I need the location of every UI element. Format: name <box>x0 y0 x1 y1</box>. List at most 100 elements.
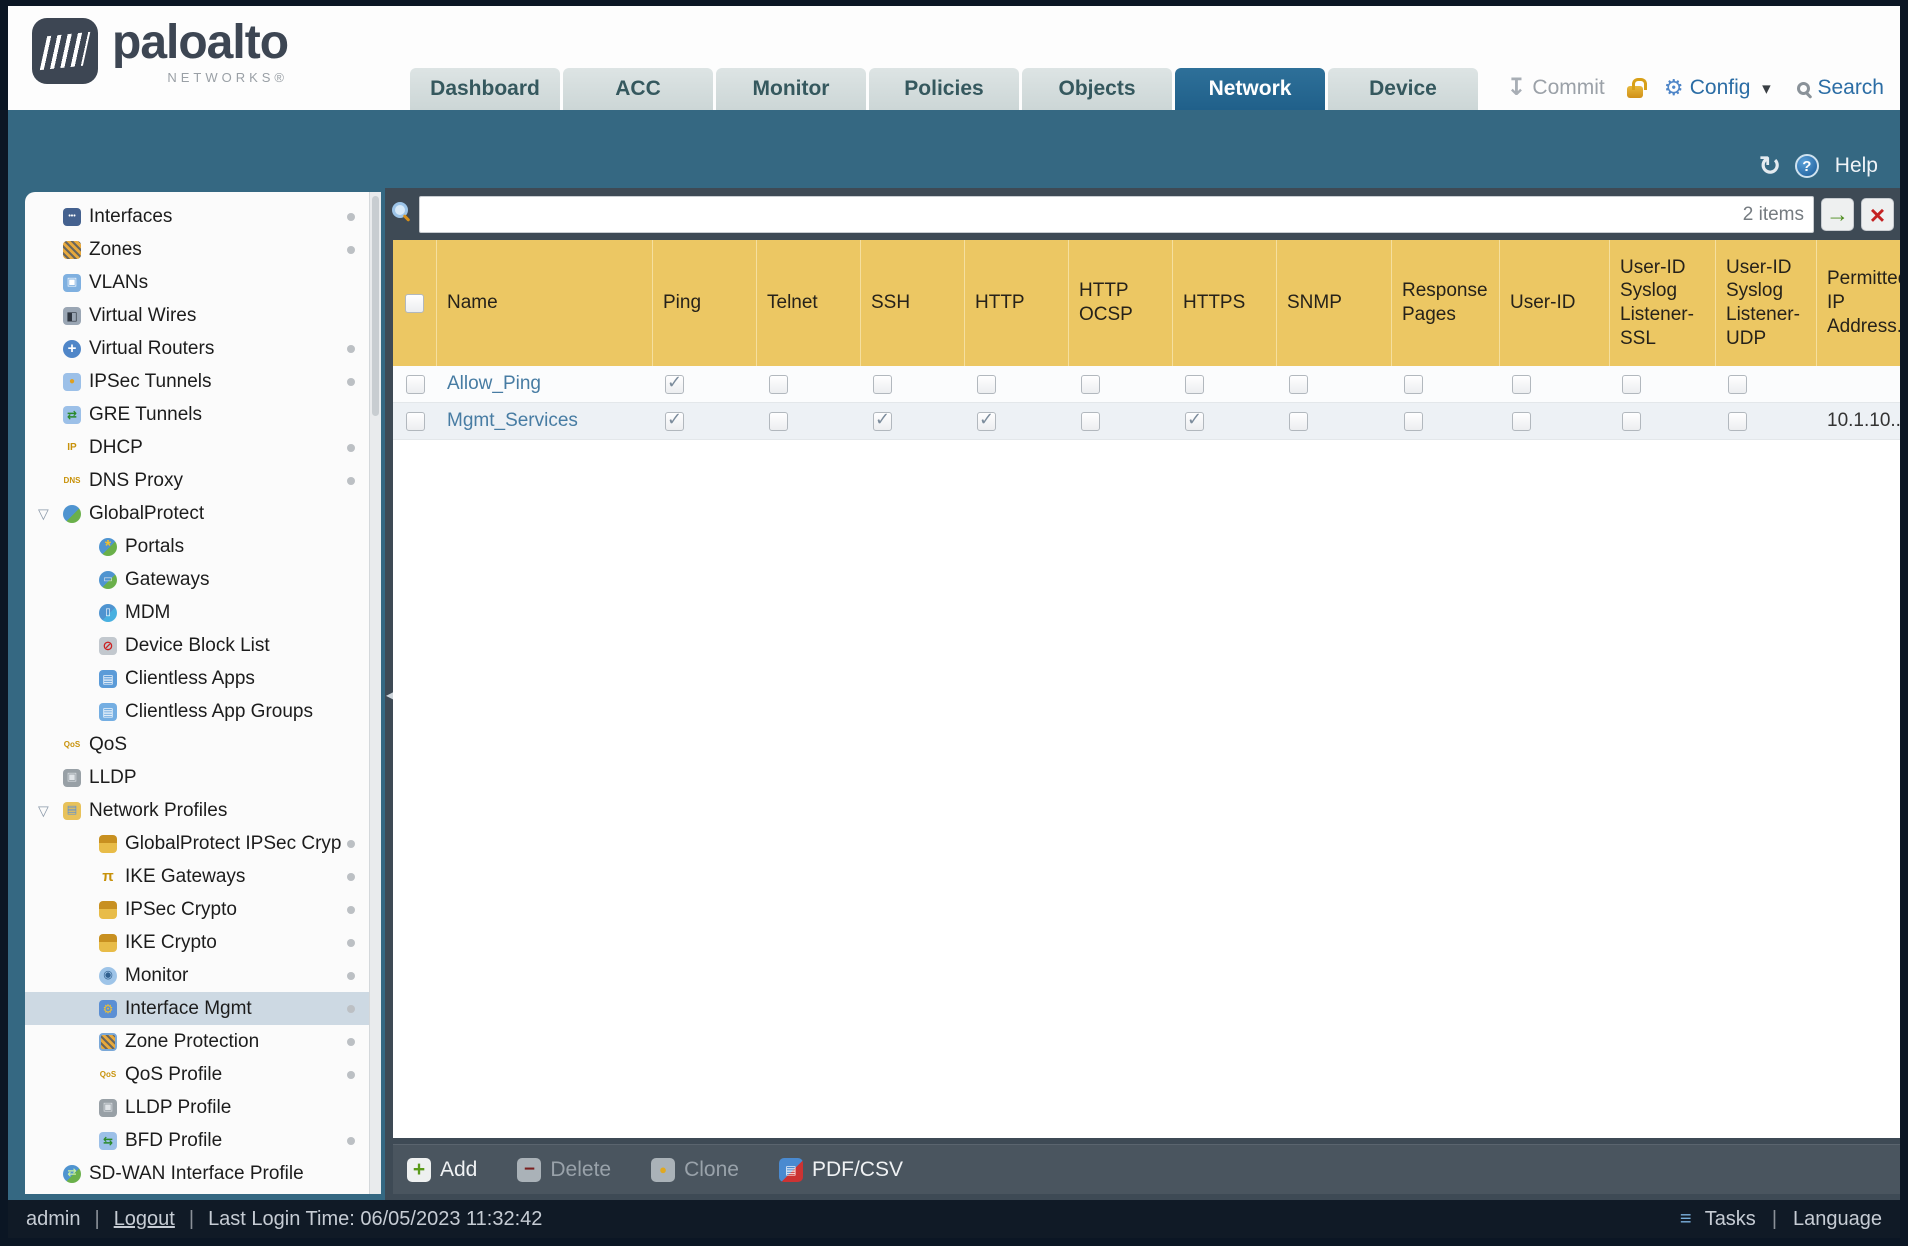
help-icon[interactable]: ? <box>1794 154 1819 178</box>
sidebar-item-virtual-routers[interactable]: + Virtual Routers <box>25 332 369 365</box>
tab-device[interactable]: Device <box>1328 68 1478 110</box>
select-all-checkbox[interactable] <box>405 293 424 313</box>
sidebar-item-label: BFD Profile <box>125 1129 223 1151</box>
sidebar-item-ike-crypto[interactable]: IKE Crypto <box>25 926 369 959</box>
sidebar-item-ike-gateways[interactable]: π IKE Gateways <box>25 860 369 893</box>
sidebar-item-lldp-profile[interactable]: ▣ LLDP Profile <box>25 1091 369 1124</box>
sidebar-item-bfd-profile[interactable]: ⇆ BFD Profile <box>25 1124 369 1157</box>
column-header-user-id[interactable]: User-ID <box>1500 240 1610 366</box>
sidebar-item-mdm[interactable]: ▯ MDM <box>25 596 369 629</box>
delete-button[interactable]: − Delete <box>517 1157 611 1182</box>
sidebar-item-clientless-apps[interactable]: ▤ Clientless Apps <box>25 662 369 695</box>
row-name-link[interactable]: Mgmt_Services <box>447 410 578 432</box>
sidebar-item-label: GlobalProtect <box>89 502 205 524</box>
sidebar-item-zones[interactable]: Zones <box>25 233 369 266</box>
name-cell: Allow_Ping <box>437 366 653 402</box>
row-checkbox[interactable] <box>405 374 425 394</box>
clone-icon: ● <box>651 1157 676 1182</box>
sidebar-item-label: Virtual Wires <box>89 304 197 326</box>
sidebar-item-dns-proxy[interactable]: DNS DNS Proxy <box>25 464 369 497</box>
language-button[interactable]: Language <box>1793 1208 1882 1231</box>
commit-button[interactable]: ↧ Commit <box>1506 76 1604 100</box>
monitor-profile-icon: ◉ <box>99 966 117 985</box>
tab-acc[interactable]: ACC <box>563 68 713 110</box>
clone-button[interactable]: ● Clone <box>651 1157 739 1182</box>
tab-monitor[interactable]: Monitor <box>716 68 866 110</box>
search-icon <box>1797 81 1811 95</box>
tasks-button[interactable]: Tasks <box>1705 1208 1756 1231</box>
tab-network[interactable]: Network <box>1175 68 1325 110</box>
column-header-user-id-syslog-listener-ssl[interactable]: User-ID Syslog Listener-SSL <box>1610 240 1716 366</box>
sidebar-item-monitor[interactable]: ◉ Monitor <box>25 959 369 992</box>
sidebar-item-network-profiles[interactable]: ▽ ▤ Network Profiles <box>25 794 369 827</box>
row-select-cell <box>393 366 437 402</box>
column-header-ssh[interactable]: SSH <box>861 240 965 366</box>
filter-input[interactable] <box>419 196 1814 233</box>
sidebar-item-globalprotect-ipsec-crypto[interactable]: GlobalProtect IPSec Crypto <box>25 827 369 860</box>
sidebar-item-gre-tunnels[interactable]: ⇄ GRE Tunnels <box>25 398 369 431</box>
sidebar-item-ipsec-crypto[interactable]: IPSec Crypto <box>25 893 369 926</box>
refresh-icon[interactable]: ↻ <box>1758 152 1781 179</box>
paloalto-logo-icon <box>32 18 98 84</box>
sidebar-item-label: VLANs <box>89 271 149 293</box>
sidebar-item-interfaces[interactable]: ••• Interfaces <box>25 200 369 233</box>
add-button[interactable]: + Add <box>407 1157 477 1182</box>
row-checkbox[interactable] <box>405 411 425 431</box>
sidebar-item-clientless-app-groups[interactable]: ▤ Clientless App Groups <box>25 695 369 728</box>
sidebar-item-ipsec-tunnels[interactable]: ● IPSec Tunnels <box>25 365 369 398</box>
tab-policies[interactable]: Policies <box>869 68 1019 110</box>
column-header-name[interactable]: Name <box>437 240 653 366</box>
sidebar-item-label: SD-WAN Interface Profile <box>89 1162 304 1184</box>
column-header-permitted-ip-address[interactable]: Permitted IP Address... <box>1817 240 1900 366</box>
expander-icon[interactable]: ▽ <box>38 802 49 819</box>
column-header-user-id-syslog-listener-udp[interactable]: User-ID Syslog Listener-UDP <box>1716 240 1817 366</box>
sidebar-item-zone-protection[interactable]: Zone Protection <box>25 1025 369 1058</box>
sidebar-item-sd-wan-interface-profile[interactable]: ⇄ SD-WAN Interface Profile <box>25 1157 369 1190</box>
sidebar-item-qos-profile[interactable]: QoS QoS Profile <box>25 1058 369 1091</box>
footer-separator: | <box>94 1207 100 1230</box>
sidebar-item-globalprotect[interactable]: ▽ GlobalProtect <box>25 497 369 530</box>
sidebar-item-virtual-wires[interactable]: ◧ Virtual Wires <box>25 299 369 332</box>
column-header-telnet[interactable]: Telnet <box>757 240 861 366</box>
tab-objects[interactable]: Objects <box>1022 68 1172 110</box>
gre-tunnels-icon: ⇄ <box>63 405 81 424</box>
sidebar-item-label: Interface Mgmt <box>125 997 252 1019</box>
apply-filter-button[interactable]: → <box>1821 198 1854 231</box>
column-header-http[interactable]: HTTP <box>965 240 1069 366</box>
scrollbar-thumb[interactable] <box>372 196 379 416</box>
column-header-ping[interactable]: Ping <box>653 240 757 366</box>
column-header-https[interactable]: HTTPS <box>1173 240 1277 366</box>
sidebar-item-portals[interactable]: * Portals <box>25 530 369 563</box>
lldp-icon: ▣ <box>63 768 81 787</box>
clientless-apps-icon: ▤ <box>99 669 117 688</box>
globalprotect-icon <box>63 504 81 523</box>
sidebar-item-device-block-list[interactable]: ⊘ Device Block List <box>25 629 369 662</box>
service-checkbox <box>873 374 892 394</box>
lldp-profile-icon: ▣ <box>99 1098 117 1117</box>
lock-icon[interactable] <box>1626 77 1647 98</box>
item-dot <box>347 1070 355 1079</box>
column-header-http-ocsp[interactable]: HTTP OCSP <box>1069 240 1173 366</box>
config-menu-button[interactable]: ⚙ Config ▾ <box>1664 76 1776 100</box>
sidebar-scrollbar[interactable] <box>369 192 381 1194</box>
sidebar-item-gateways[interactable]: ▭ Gateways <box>25 563 369 596</box>
pdf-csv-button[interactable]: ▤ PDF/CSV <box>778 1157 903 1182</box>
sidebar-item-vlans[interactable]: ▣ VLANs <box>25 266 369 299</box>
row-name-link[interactable]: Allow_Ping <box>447 373 541 395</box>
sidebar-item-lldp[interactable]: ▣ LLDP <box>25 761 369 794</box>
logout-link[interactable]: Logout <box>114 1208 175 1231</box>
global-search-button[interactable]: Search <box>1797 76 1884 100</box>
sidebar-item-qos[interactable]: QoS QoS <box>25 728 369 761</box>
sidebar-item-interface-mgmt[interactable]: ⚙ Interface Mgmt <box>25 992 369 1025</box>
dns-proxy-icon: DNS <box>63 475 81 485</box>
tab-dashboard[interactable]: Dashboard <box>410 68 560 110</box>
column-header-response-pages[interactable]: Response Pages <box>1392 240 1500 366</box>
service-cell-http <box>965 403 1069 439</box>
interface-mgmt-table: Name Ping Telnet SSH HTTP HTTP OCSP HTTPS SNMP R… <box>393 240 1900 1138</box>
column-header-snmp[interactable]: SNMP <box>1277 240 1392 366</box>
expander-icon[interactable]: ▽ <box>38 505 49 522</box>
network-profiles-icon: ▤ <box>63 801 81 820</box>
clear-filter-button[interactable]: × <box>1861 198 1894 231</box>
sidebar-item-dhcp[interactable]: IP DHCP <box>25 431 369 464</box>
help-label[interactable]: Help <box>1835 154 1878 178</box>
